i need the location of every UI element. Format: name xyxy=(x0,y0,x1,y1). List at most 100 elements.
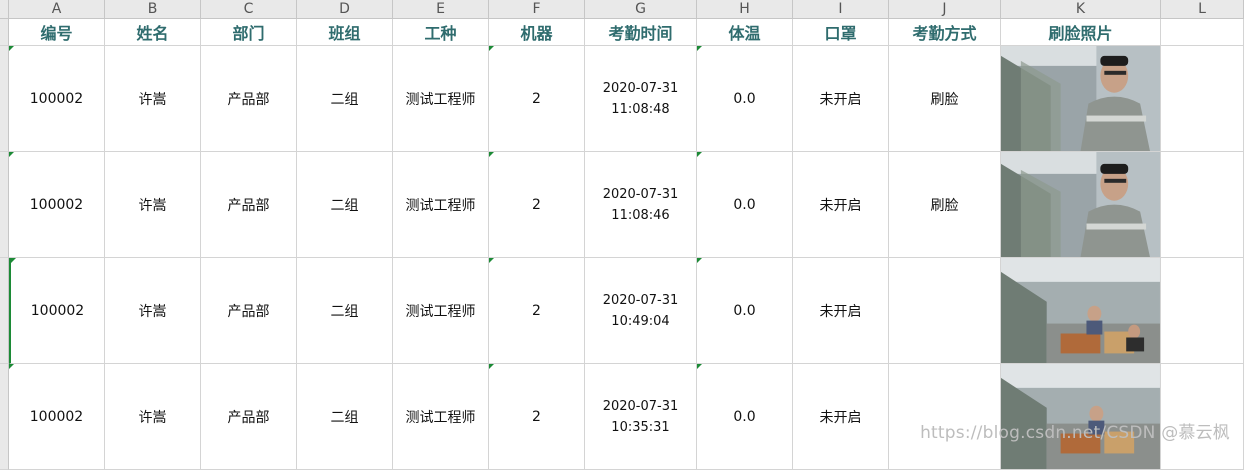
cell-group[interactable]: 二组 xyxy=(297,46,393,152)
cell-job[interactable]: 测试工程师 xyxy=(393,152,489,258)
cell-photo[interactable] xyxy=(1001,152,1161,258)
cell-id[interactable]: 100002 xyxy=(9,152,105,258)
face-photo-image[interactable] xyxy=(1001,364,1160,469)
table-row: 100002 许嵩 产品部 二组 测试工程师 2 2020-07-31 11:08… xyxy=(0,46,1244,152)
title-cell-photo[interactable]: 刷脸照片 xyxy=(1001,19,1161,46)
cell-mask[interactable]: 未开启 xyxy=(793,258,889,364)
cell-name[interactable]: 许嵩 xyxy=(105,152,201,258)
watermark-text: https://blog.csdn.net/CSDN @慕云枫 xyxy=(920,423,1230,443)
title-cell-id[interactable]: 编号 xyxy=(9,19,105,46)
cell-time[interactable]: 2020-07-31 11:08:48 xyxy=(585,46,697,152)
face-photo-image[interactable] xyxy=(1001,258,1160,363)
column-header-l[interactable]: L xyxy=(1161,0,1244,19)
title-cell-machine[interactable]: 机器 xyxy=(489,19,585,46)
spreadsheet: A B C D E F G H I J K L 编号 姓名 部门 班组 工种 机… xyxy=(0,0,1244,470)
title-cell-temp[interactable]: 体温 xyxy=(697,19,793,46)
cell-dept[interactable]: 产品部 xyxy=(201,364,297,470)
column-header-j[interactable]: J xyxy=(889,0,1001,19)
number-as-text-marker xyxy=(697,258,702,263)
number-as-text-marker xyxy=(697,46,702,51)
cell-temp[interactable]: 0.0 xyxy=(697,46,793,152)
cell-method[interactable] xyxy=(889,364,1001,470)
column-header-k[interactable]: K xyxy=(1001,0,1161,19)
column-header-d[interactable]: D xyxy=(297,0,393,19)
cell-time[interactable]: 2020-07-31 10:49:04 xyxy=(585,258,697,364)
cell-job[interactable]: 测试工程师 xyxy=(393,364,489,470)
cell-group[interactable]: 二组 xyxy=(297,364,393,470)
title-cell-job[interactable]: 工种 xyxy=(393,19,489,46)
number-as-text-marker xyxy=(9,152,14,157)
cell-machine[interactable]: 2 xyxy=(489,364,585,470)
face-photo-image[interactable] xyxy=(1001,152,1160,257)
column-header-i[interactable]: I xyxy=(793,0,889,19)
column-header-row: A B C D E F G H I J K L xyxy=(0,0,1244,19)
column-header-c[interactable]: C xyxy=(201,0,297,19)
empty-cell[interactable] xyxy=(1161,19,1244,46)
cell-id[interactable]: 100002 xyxy=(9,46,105,152)
title-cell-mask[interactable]: 口罩 xyxy=(793,19,889,46)
number-as-text-marker xyxy=(9,364,14,369)
cell-group[interactable]: 二组 xyxy=(297,258,393,364)
number-as-text-marker xyxy=(697,364,702,369)
number-as-text-marker xyxy=(489,258,494,263)
cell-dept[interactable]: 产品部 xyxy=(201,258,297,364)
column-header-e[interactable]: E xyxy=(393,0,489,19)
cell-name[interactable]: 许嵩 xyxy=(105,258,201,364)
cell-name[interactable]: 许嵩 xyxy=(105,364,201,470)
cell-method[interactable]: 刷脸 xyxy=(889,152,1001,258)
number-as-text-marker xyxy=(489,46,494,51)
title-cell-dept[interactable]: 部门 xyxy=(201,19,297,46)
cell-method[interactable]: 刷脸 xyxy=(889,46,1001,152)
cell-mask[interactable]: 未开启 xyxy=(793,152,889,258)
select-all-corner[interactable] xyxy=(0,0,9,19)
empty-cell[interactable] xyxy=(1161,152,1244,258)
row-header[interactable] xyxy=(0,152,9,258)
cell-machine[interactable]: 2 xyxy=(489,258,585,364)
table-row: 100002 许嵩 产品部 二组 测试工程师 2 2020-07-31 11:08… xyxy=(0,152,1244,258)
title-cell-method[interactable]: 考勤方式 xyxy=(889,19,1001,46)
column-header-g[interactable]: G xyxy=(585,0,697,19)
number-as-text-marker xyxy=(11,258,16,263)
column-header-h[interactable]: H xyxy=(697,0,793,19)
title-cell-time[interactable]: 考勤时间 xyxy=(585,19,697,46)
table-row: 100002 许嵩 产品部 二组 测试工程师 2 2020-07-31 10:49… xyxy=(0,258,1244,364)
face-photo-image[interactable] xyxy=(1001,46,1160,151)
title-cell-group[interactable]: 班组 xyxy=(297,19,393,46)
cell-photo[interactable] xyxy=(1001,46,1161,152)
cell-job[interactable]: 测试工程师 xyxy=(393,46,489,152)
row-header[interactable] xyxy=(0,46,9,152)
title-cell-name[interactable]: 姓名 xyxy=(105,19,201,46)
cell-machine[interactable]: 2 xyxy=(489,46,585,152)
cell-machine[interactable]: 2 xyxy=(489,152,585,258)
empty-cell[interactable] xyxy=(1161,46,1244,152)
cell-job[interactable]: 测试工程师 xyxy=(393,258,489,364)
field-title-row: 编号 姓名 部门 班组 工种 机器 考勤时间 体温 口罩 考勤方式 刷脸照片 xyxy=(0,19,1244,46)
empty-cell[interactable] xyxy=(1161,364,1244,470)
cell-method[interactable] xyxy=(889,258,1001,364)
cell-dept[interactable]: 产品部 xyxy=(201,46,297,152)
cell-mask[interactable]: 未开启 xyxy=(793,46,889,152)
cell-photo[interactable] xyxy=(1001,258,1161,364)
column-header-b[interactable]: B xyxy=(105,0,201,19)
cell-time[interactable]: 2020-07-31 11:08:46 xyxy=(585,152,697,258)
cell-name[interactable]: 许嵩 xyxy=(105,46,201,152)
row-header[interactable] xyxy=(0,258,9,364)
cell-dept[interactable]: 产品部 xyxy=(201,152,297,258)
cell-temp[interactable]: 0.0 xyxy=(697,152,793,258)
cell-photo[interactable] xyxy=(1001,364,1161,470)
empty-cell[interactable] xyxy=(1161,258,1244,364)
number-as-text-marker xyxy=(697,152,702,157)
cell-id[interactable]: 100002 xyxy=(9,364,105,470)
cell-group[interactable]: 二组 xyxy=(297,152,393,258)
cell-mask[interactable]: 未开启 xyxy=(793,364,889,470)
row-header[interactable] xyxy=(0,364,9,470)
column-header-f[interactable]: F xyxy=(489,0,585,19)
cell-id[interactable]: 100002 xyxy=(9,258,105,364)
column-header-a[interactable]: A xyxy=(9,0,105,19)
cell-temp[interactable]: 0.0 xyxy=(697,258,793,364)
cell-time[interactable]: 2020-07-31 10:35:31 xyxy=(585,364,697,470)
number-as-text-marker xyxy=(9,46,14,51)
cell-temp[interactable]: 0.0 xyxy=(697,364,793,470)
number-as-text-marker xyxy=(489,364,494,369)
row-header[interactable] xyxy=(0,19,9,46)
